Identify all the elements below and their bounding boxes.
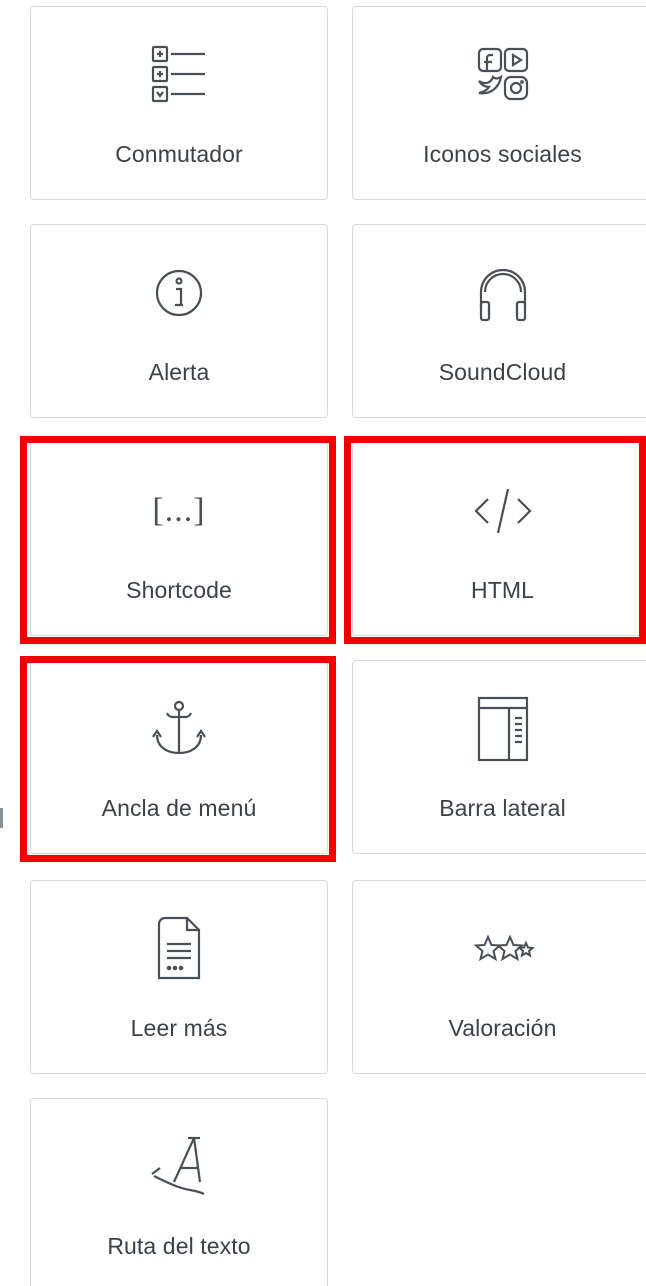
widget-tile-ancla-de-menu[interactable]: Ancla de menú	[30, 660, 328, 854]
widget-tile-leer-mas[interactable]: Leer más	[30, 880, 328, 1074]
widget-tile-iconos-sociales[interactable]: Iconos sociales	[352, 6, 646, 200]
widget-label: Ancla de menú	[101, 795, 257, 821]
widget-panel: Conmutador Iconos sociales Alerta SoundC…	[0, 0, 646, 1286]
widget-label: SoundCloud	[438, 359, 567, 385]
widget-tile-alerta[interactable]: Alerta	[30, 224, 328, 418]
widget-label: Conmutador	[115, 141, 243, 167]
code-brackets-icon	[353, 479, 646, 543]
widget-tile-barra-lateral[interactable]: Barra lateral	[352, 660, 646, 854]
stars-icon	[353, 917, 646, 981]
widget-label: Shortcode	[126, 577, 232, 603]
anchor-icon	[31, 697, 327, 761]
shortcode-glyph: [...]	[152, 492, 206, 529]
widget-tile-valoracion[interactable]: Valoración	[352, 880, 646, 1074]
widget-label: Barra lateral	[439, 795, 566, 821]
widget-tile-shortcode[interactable]: [...] Shortcode	[30, 442, 328, 636]
widget-label: Alerta	[148, 359, 210, 385]
headphones-icon	[353, 261, 646, 325]
document-icon	[31, 916, 327, 981]
widget-label: Valoración	[448, 1015, 557, 1041]
widget-label: Iconos sociales	[423, 141, 582, 167]
info-alert-icon	[31, 261, 327, 325]
widget-tile-conmutador[interactable]: Conmutador	[30, 6, 328, 200]
shortcode-brackets-icon: [...]	[31, 479, 327, 543]
widget-label: HTML	[470, 577, 534, 603]
widget-tile-ruta-del-texto[interactable]: Ruta del texto	[30, 1098, 328, 1286]
text-path-icon	[31, 1135, 327, 1199]
social-icons-icon	[353, 43, 646, 107]
sidebar-layout-icon	[353, 696, 646, 762]
toggle-list-icon	[31, 43, 327, 107]
panel-edge-marker	[0, 808, 3, 828]
widget-label: Ruta del texto	[107, 1233, 251, 1259]
widget-tile-html[interactable]: HTML	[352, 442, 646, 636]
widget-tile-soundcloud[interactable]: SoundCloud	[352, 224, 646, 418]
widget-label: Leer más	[130, 1015, 228, 1041]
